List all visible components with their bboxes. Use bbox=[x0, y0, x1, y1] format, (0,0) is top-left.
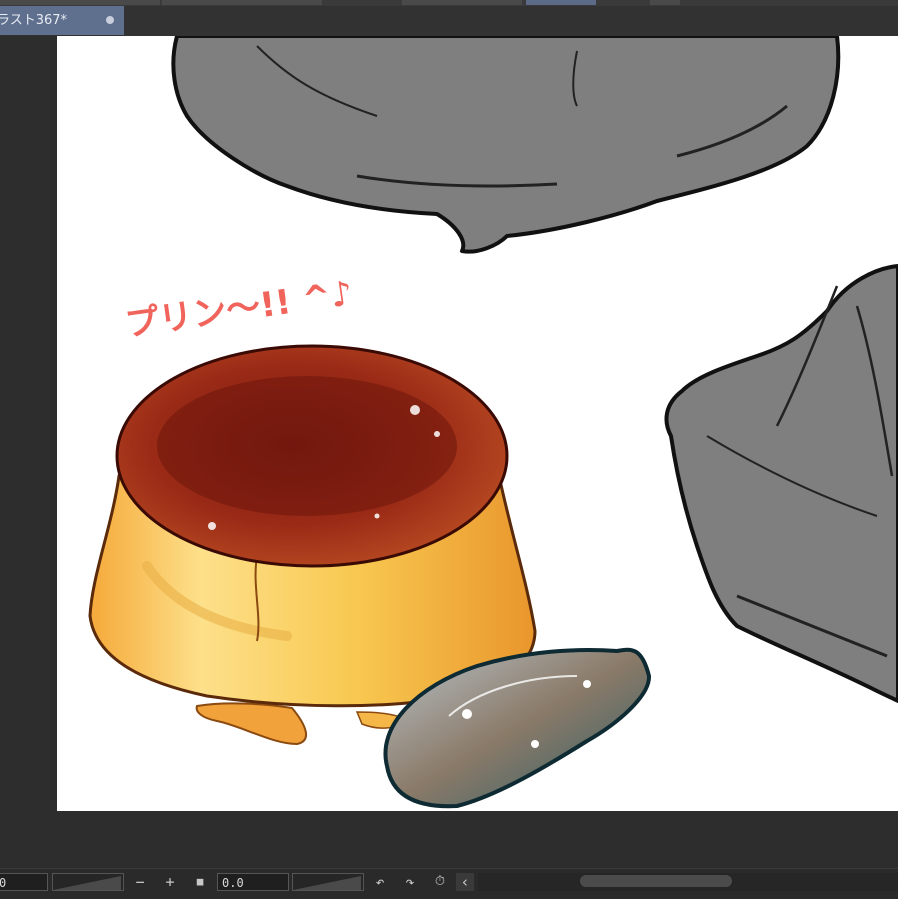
zoom-slider[interactable] bbox=[52, 873, 124, 891]
reset-rotation-icon[interactable]: ⏱ bbox=[430, 873, 450, 891]
illustration: プリン〜!! ^♪ bbox=[88, 36, 898, 809]
highlight bbox=[374, 513, 380, 519]
canvas-area[interactable]: プリン〜!! ^♪ bbox=[0, 36, 898, 868]
collapse-icon[interactable]: ‹ bbox=[456, 873, 474, 891]
panel-strip-segment bbox=[0, 0, 160, 5]
document-tab-bar: ラスト367* bbox=[0, 6, 898, 37]
document-tab-title: ラスト367* bbox=[0, 13, 68, 28]
zoom-slider-ramp bbox=[53, 876, 121, 890]
brush-size-value: 0 bbox=[0, 876, 7, 890]
rotation-slider-ramp bbox=[293, 876, 361, 890]
panel-strip-segment bbox=[162, 0, 322, 5]
document-tab[interactable]: ラスト367* bbox=[0, 6, 124, 35]
spoon-sparkle bbox=[583, 680, 591, 688]
highlight bbox=[434, 431, 440, 437]
gray-sketch-right bbox=[664, 264, 898, 703]
caption-text: プリン〜!! ^♪ bbox=[123, 273, 355, 344]
sketch-shape bbox=[171, 36, 841, 254]
gray-sketch-top bbox=[171, 36, 841, 254]
rotation-value: 0.0 bbox=[222, 876, 244, 890]
zoom-out-icon[interactable]: − bbox=[130, 873, 150, 891]
rotate-right-icon[interactable]: ↷ bbox=[400, 873, 420, 891]
panel-strip-segment bbox=[402, 0, 522, 5]
spoon-sparkle bbox=[531, 740, 539, 748]
panel-strip-segment-active[interactable] bbox=[526, 0, 596, 5]
rotation-field[interactable]: 0.0 bbox=[217, 873, 289, 891]
highlight bbox=[410, 405, 420, 415]
spoon-sparkle bbox=[462, 709, 472, 719]
artboard[interactable]: プリン〜!! ^♪ bbox=[57, 36, 898, 811]
caramel-center bbox=[157, 376, 457, 516]
canvas-statusbar: 0 − + ■ 0.0 ↶ ↷ ⏱ ‹ bbox=[0, 868, 898, 899]
highlight bbox=[208, 522, 216, 530]
brush-size-field[interactable]: 0 bbox=[0, 873, 48, 891]
zoom-in-icon[interactable]: + bbox=[160, 873, 180, 891]
panel-strip-segment bbox=[650, 0, 680, 5]
horizontal-scrollbar-thumb[interactable] bbox=[580, 875, 732, 887]
caption-group: プリン〜!! ^♪ bbox=[123, 273, 355, 344]
rotation-slider[interactable] bbox=[292, 873, 364, 891]
stop-icon[interactable]: ■ bbox=[190, 873, 210, 891]
rotate-left-icon[interactable]: ↶ bbox=[370, 873, 390, 891]
close-dot-icon[interactable] bbox=[106, 16, 114, 24]
pudding-drip bbox=[195, 702, 307, 746]
